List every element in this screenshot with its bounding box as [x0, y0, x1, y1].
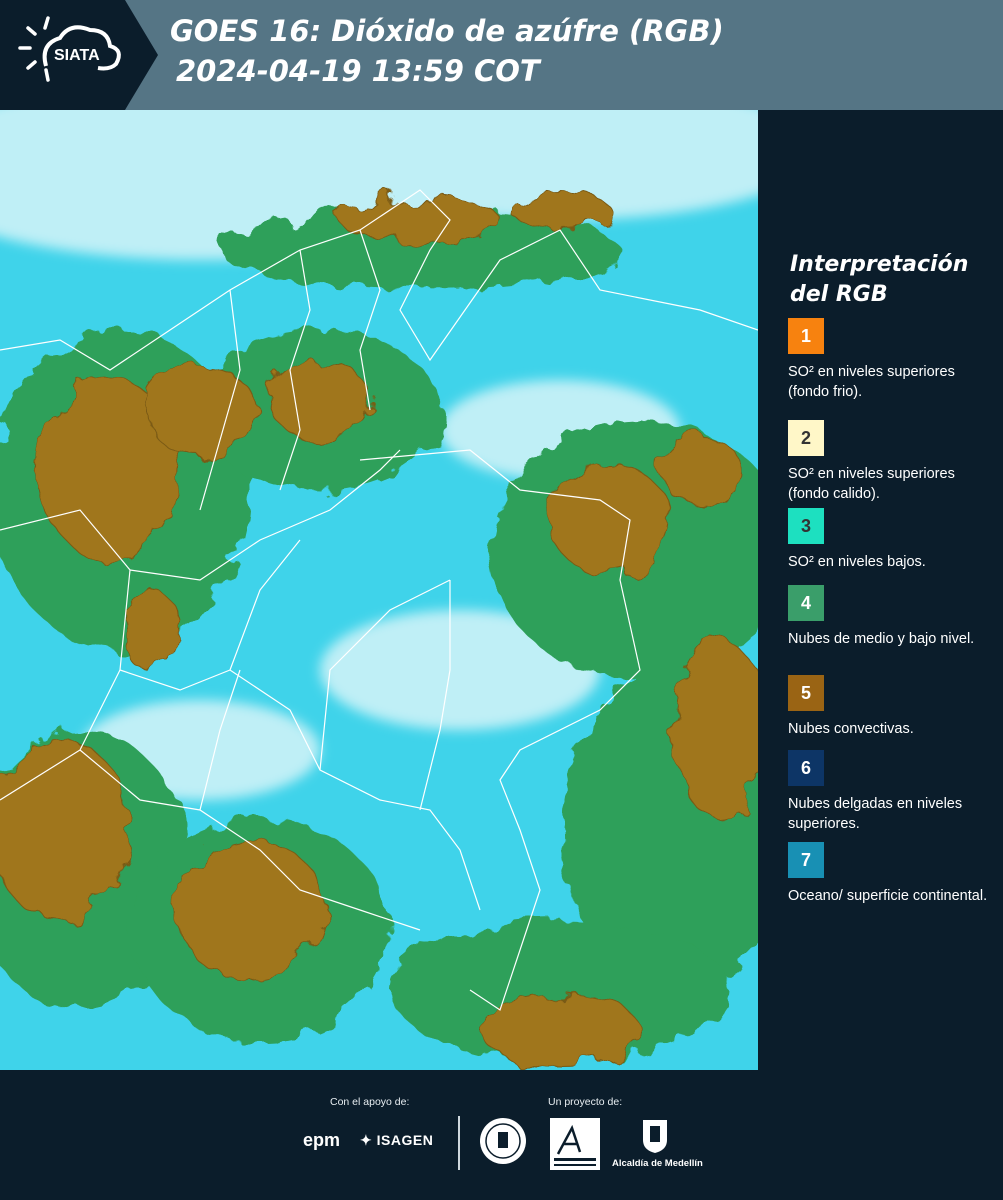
isagen-text: ISAGEN	[376, 1132, 434, 1148]
siata-logo-text: SIATA	[54, 47, 100, 64]
legend-swatch: 6	[788, 750, 824, 786]
siata-logo: SIATA	[0, 0, 158, 110]
isagen-logo: ✦ ISAGEN	[360, 1132, 433, 1149]
legend-label: Nubes de medio y bajo nivel.	[788, 631, 975, 647]
legend-swatch: 4	[788, 585, 824, 621]
page-title: GOES 16: Dióxido de azúfre (RGB)	[170, 14, 724, 48]
support-label: Con el apoyo de:	[330, 1096, 410, 1108]
legend-panel: Interpretación del RGB 1 SO² en niveles s…	[758, 110, 1003, 1070]
legend-item-3: 3 SO² en niveles bajos.	[788, 508, 993, 572]
satellite-map	[0, 110, 758, 1070]
alcaldia-label: Alcaldía de Medellín	[612, 1158, 703, 1169]
project-label: Un proyecto de:	[548, 1096, 623, 1108]
legend-item-2: 2 SO² en niveles superiores (fondo calido…	[788, 420, 993, 504]
legend-swatch: 2	[788, 420, 824, 456]
legend-label: Oceano/ superficie continental.	[788, 888, 988, 904]
satellite-rgb-image	[0, 110, 758, 1070]
alcaldia-shield-icon	[643, 1120, 667, 1153]
legend-label: SO² en niveles superiores (fondo frio).	[788, 364, 955, 400]
legend-item-4: 4 Nubes de medio y bajo nivel.	[788, 585, 993, 649]
legend-label: Nubes convectivas.	[788, 721, 914, 737]
legend-item-6: 6 Nubes delgadas en niveles superiores.	[788, 750, 993, 834]
footer-divider	[458, 1116, 460, 1170]
header-bar: SIATA GOES 16: Dióxido de azúfre (RGB) 2…	[0, 0, 1003, 110]
legend-swatch: 7	[788, 842, 824, 878]
legend-swatch: 5	[788, 675, 824, 711]
medellin-seal-logo	[480, 1118, 526, 1164]
legend-item-7: 7 Oceano/ superficie continental.	[788, 842, 993, 906]
area-metropolitana-logo	[550, 1118, 600, 1170]
legend-label: SO² en niveles superiores (fondo calido)…	[788, 466, 955, 502]
legend-swatch: 3	[788, 508, 824, 544]
legend-label: Nubes delgadas en niveles superiores.	[788, 796, 963, 832]
epm-logo: epm	[303, 1130, 341, 1150]
legend-label: SO² en niveles bajos.	[788, 554, 926, 570]
page-timestamp: 2024-04-19 13:59 COT	[176, 54, 540, 88]
legend-swatch: 1	[788, 318, 824, 354]
legend-item-5: 5 Nubes convectivas.	[788, 675, 993, 739]
footer: Con el apoyo de: Un proyecto de: epm ✦ I…	[0, 1070, 1003, 1200]
legend-item-1: 1 SO² en niveles superiores (fondo frio).	[788, 318, 993, 402]
isagen-star-icon: ✦	[360, 1132, 373, 1148]
legend-title: Interpretación del RGB	[790, 252, 969, 307]
